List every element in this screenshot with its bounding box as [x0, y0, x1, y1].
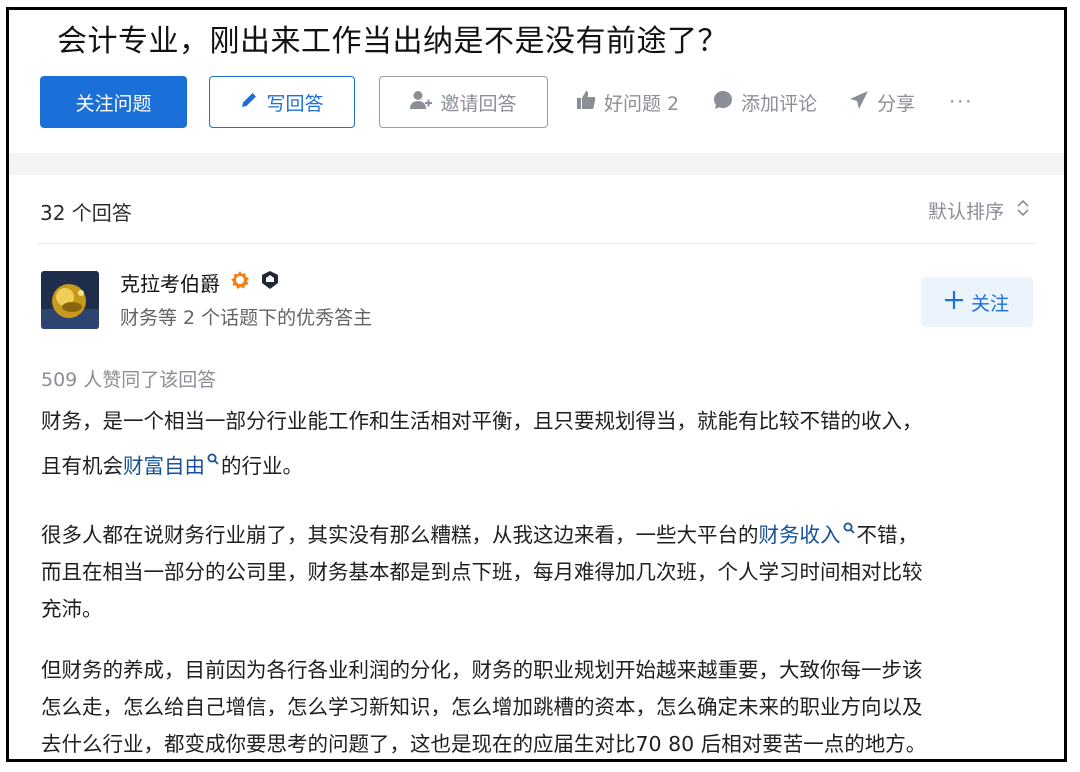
author-avatar[interactable] [41, 271, 99, 329]
pencil-icon [240, 91, 258, 114]
follow-author-button[interactable]: 关注 [921, 277, 1033, 327]
answer-paragraph: 但财务的养成，目前因为各行各业利润的分化，财务的职业规划开始越来越重要，大致你每… [41, 652, 1041, 759]
good-question-label: 好问题 2 [604, 92, 680, 115]
answer-text: 不错， [856, 522, 919, 547]
answer-text: 去什么行业，都变成你要思考的问题了，这也是现在的应届生对比70 80 后相对要苦… [41, 731, 927, 756]
question-actions: 关注问题 写回答 邀请回答 好问题 2 添加评论 分享 ··· [40, 76, 973, 128]
shield-badge-icon [260, 270, 280, 295]
badge-icon [230, 270, 250, 295]
paper-plane-icon [849, 90, 869, 115]
sort-dropdown[interactable]: 默认排序 [928, 197, 1030, 224]
vote-count: 509 人赞同了该回答 [41, 369, 217, 391]
divider-line [37, 243, 1036, 244]
answer-text: 的行业。 [221, 453, 303, 478]
write-answer-label: 写回答 [266, 92, 324, 115]
answer-paragraph: 财务，是一个相当一部分行业能工作和生活相对平衡，且只要规划得当，就能有比较不错的… [41, 403, 1041, 485]
answers-panel: 32 个回答 默认排序 克拉考伯爵 财务等 2 个话题下的优秀答主 关注 509… [9, 175, 1064, 759]
answer-text: 怎么走，怎么给自己增信，怎么学习新知识，怎么增加跳槽的资本，怎么确定未来的职业方… [41, 694, 923, 719]
thumbs-up-icon [576, 90, 596, 115]
sort-label: 默认排序 [927, 201, 1004, 223]
more-button[interactable]: ··· [949, 91, 973, 113]
section-divider [9, 153, 1064, 175]
author-name[interactable]: 克拉考伯爵 [120, 268, 220, 297]
search-icon[interactable] [207, 440, 219, 477]
answer-text: 且有机会 [41, 453, 123, 478]
answer-content: 财务，是一个相当一部分行业能工作和生活相对平衡，且只要规划得当，就能有比较不错的… [41, 403, 1041, 759]
good-question-button[interactable]: 好问题 2 [576, 89, 679, 116]
author-bio: 财务等 2 个话题下的优秀答主 [120, 307, 373, 329]
sort-chevron-icon [1016, 198, 1030, 223]
answers-count: 32 个回答 [40, 201, 132, 225]
comment-bubble-icon [713, 90, 733, 115]
question-title[interactable]: 会计专业，刚出来工作当出纳是不是没有前途了？ [57, 16, 728, 60]
invite-user-icon [410, 90, 433, 115]
add-comment-button[interactable]: 添加评论 [713, 89, 817, 116]
plus-icon [944, 290, 963, 314]
share-button[interactable]: 分享 [849, 89, 915, 116]
invite-answer-button[interactable]: 邀请回答 [379, 76, 548, 128]
link-wealth-freedom[interactable]: 财富自由 [123, 454, 205, 478]
write-answer-button[interactable]: 写回答 [209, 76, 355, 128]
answer-text: 很多人都在说财务行业崩了，其实没有那么糟糕，从我这边来看，一些大平台的 [41, 522, 759, 547]
answer-text: 而且在相当一部分的公司里，财务基本都是到点下班，每月难得加几次班，个人学习时间相… [41, 559, 923, 584]
answer-text: 财务，是一个相当一部分行业能工作和生活相对平衡，且只要规划得当，就能有比较不错的… [41, 409, 923, 433]
question-header: 会计专业，刚出来工作当出纳是不是没有前途了？ 关注问题 写回答 邀请回答 好问题… [9, 10, 1064, 160]
link-finance-income[interactable]: 财务收入 [759, 523, 841, 547]
page-frame: 会计专业，刚出来工作当出纳是不是没有前途了？ 关注问题 写回答 邀请回答 好问题… [6, 7, 1067, 762]
invite-answer-label: 邀请回答 [440, 92, 517, 115]
answer-paragraph: 很多人都在说财务行业崩了，其实没有那么糟糕，从我这边来看，一些大平台的财务收入不… [41, 509, 1041, 628]
answer-text: 充沛。 [41, 596, 103, 621]
follow-question-button[interactable]: 关注问题 [40, 76, 187, 128]
answer-text: 但财务的养成，目前因为各行各业利润的分化，财务的职业规划开始越来越重要，大致你每… [41, 657, 923, 682]
search-icon[interactable] [843, 509, 855, 546]
follow-author-label: 关注 [970, 292, 1009, 315]
share-label: 分享 [877, 92, 916, 115]
add-comment-label: 添加评论 [741, 92, 818, 115]
author-name-row: 克拉考伯爵 [120, 268, 280, 297]
